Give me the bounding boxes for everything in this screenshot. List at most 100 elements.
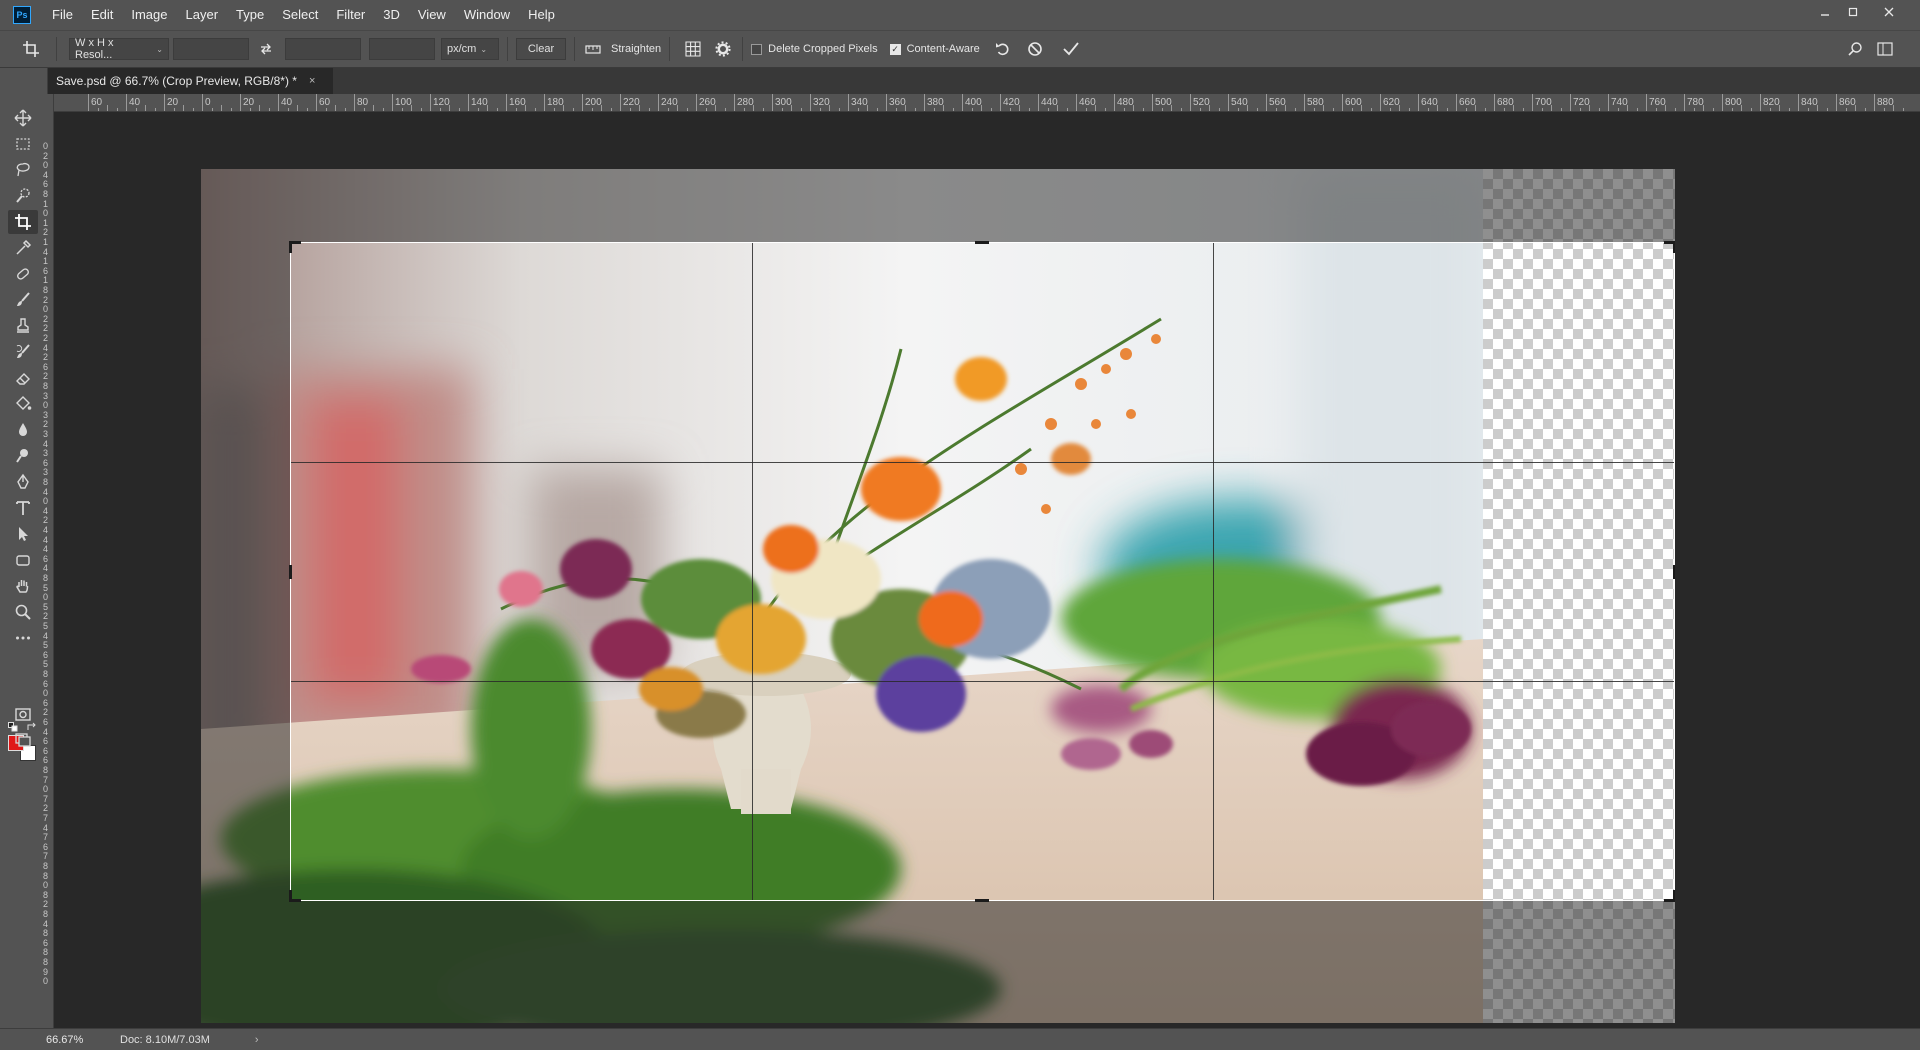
menu-window[interactable]: Window bbox=[455, 0, 519, 30]
crop-preset-icon[interactable] bbox=[12, 40, 52, 58]
delete-cropped-checkbox[interactable] bbox=[751, 43, 763, 55]
commit-checkmark-icon[interactable] bbox=[1058, 41, 1084, 57]
path-selection-tool-icon[interactable] bbox=[8, 522, 38, 546]
ruler-minor-tick bbox=[211, 108, 213, 111]
blur-tool-icon[interactable] bbox=[8, 418, 38, 442]
minimize-icon[interactable] bbox=[1810, 0, 1840, 24]
ruler-major-tick bbox=[1570, 94, 1571, 111]
crop-handle-left[interactable] bbox=[289, 565, 292, 579]
ruler-minor-tick bbox=[1256, 108, 1258, 111]
crop-handle-bottom-right[interactable] bbox=[1664, 890, 1675, 902]
screen-mode-icon[interactable] bbox=[8, 728, 38, 752]
ruler-major-tick bbox=[1000, 94, 1001, 111]
hand-tool-icon[interactable] bbox=[8, 574, 38, 598]
swap-dimensions-icon[interactable] bbox=[253, 43, 279, 55]
document-tab[interactable]: Save.psd @ 66.7% (Crop Preview, RGB/8*) … bbox=[48, 68, 333, 94]
cancel-icon[interactable] bbox=[1022, 41, 1048, 57]
reset-icon[interactable] bbox=[990, 41, 1016, 57]
rectangle-tool-icon[interactable] bbox=[8, 548, 38, 572]
ruler-minor-tick bbox=[382, 108, 384, 111]
search-icon[interactable] bbox=[1844, 41, 1866, 57]
crop-handle-top-right[interactable] bbox=[1664, 241, 1675, 253]
grid-overlay-icon[interactable] bbox=[682, 41, 704, 57]
aspect-ratio-value: W x H x Resol... bbox=[75, 37, 114, 61]
more-tools-icon[interactable] bbox=[8, 626, 38, 650]
ruler-minor-tick bbox=[1541, 108, 1543, 111]
ruler-label: 8 bbox=[43, 189, 49, 199]
menu-filter[interactable]: Filter bbox=[327, 0, 374, 30]
ruler-minor-tick bbox=[344, 108, 346, 111]
ruler-minor-tick bbox=[1902, 108, 1904, 111]
dodge-tool-icon[interactable] bbox=[8, 444, 38, 468]
ruler-minor-tick bbox=[743, 108, 745, 111]
straighten-icon[interactable] bbox=[583, 43, 603, 55]
crop-handle-bottom-left[interactable] bbox=[289, 890, 301, 902]
units-dropdown[interactable]: px/cm ⌄ bbox=[441, 38, 499, 60]
quick-mask-icon[interactable] bbox=[8, 702, 38, 726]
crop-handle-right[interactable] bbox=[1673, 565, 1675, 579]
healing-brush-tool-icon[interactable] bbox=[8, 262, 38, 286]
ruler-minor-tick bbox=[458, 108, 460, 111]
clone-stamp-tool-icon[interactable] bbox=[8, 314, 38, 338]
menu-select[interactable]: Select bbox=[273, 0, 327, 30]
crop-handle-top[interactable] bbox=[975, 241, 989, 244]
quick-selection-tool-icon[interactable] bbox=[8, 184, 38, 208]
crop-handle-bottom[interactable] bbox=[975, 899, 989, 902]
lasso-tool-icon[interactable] bbox=[8, 158, 38, 182]
crop-tool-icon[interactable] bbox=[8, 210, 38, 234]
menu-layer[interactable]: Layer bbox=[177, 0, 228, 30]
tab-close-icon[interactable]: × bbox=[309, 75, 315, 87]
status-menu-arrow-icon[interactable]: › bbox=[255, 1034, 259, 1046]
ruler-label: 0 bbox=[205, 97, 211, 108]
zoom-level-field[interactable]: 66.67% bbox=[46, 1032, 100, 1048]
eyedropper-tool-icon[interactable] bbox=[8, 236, 38, 260]
ruler-minor-tick bbox=[1617, 108, 1619, 111]
ruler-major-tick bbox=[1722, 94, 1723, 111]
ruler-label: 40 bbox=[129, 97, 141, 108]
ruler-minor-tick bbox=[1218, 108, 1220, 111]
width-field[interactable] bbox=[173, 38, 249, 60]
ruler-major-tick bbox=[1760, 94, 1761, 111]
canvas-area[interactable] bbox=[55, 112, 1920, 1028]
crop-box[interactable] bbox=[289, 241, 1675, 902]
document-canvas[interactable] bbox=[201, 169, 1675, 1023]
ruler-minor-tick bbox=[1807, 108, 1809, 111]
resolution-field[interactable] bbox=[369, 38, 435, 60]
clear-button[interactable]: Clear bbox=[516, 38, 566, 60]
brush-tool-icon[interactable] bbox=[8, 288, 38, 312]
ruler-minor-tick bbox=[116, 108, 118, 111]
ruler-label: 0 bbox=[43, 160, 49, 171]
ruler-label: 840 bbox=[1801, 97, 1818, 108]
eraser-tool-icon[interactable] bbox=[8, 366, 38, 390]
straighten-button[interactable]: Straighten bbox=[611, 43, 661, 55]
maximize-icon[interactable] bbox=[1838, 0, 1868, 24]
workspace-icon[interactable] bbox=[1874, 42, 1896, 56]
crop-handle-top-left[interactable] bbox=[289, 241, 301, 253]
pen-tool-icon[interactable] bbox=[8, 470, 38, 494]
ruler-label: 8 bbox=[43, 909, 49, 919]
type-tool-icon[interactable] bbox=[8, 496, 38, 520]
move-tool-icon[interactable] bbox=[8, 106, 38, 130]
zoom-tool-icon[interactable] bbox=[8, 600, 38, 624]
content-aware-checkbox[interactable]: ✓ bbox=[889, 43, 901, 55]
menu-view[interactable]: View bbox=[409, 0, 455, 30]
menu-3d[interactable]: 3D bbox=[374, 0, 409, 30]
height-field[interactable] bbox=[285, 38, 361, 60]
marquee-tool-icon[interactable] bbox=[8, 132, 38, 156]
document-info[interactable]: Doc: 8.10M/7.03M bbox=[120, 1034, 210, 1046]
menu-help[interactable]: Help bbox=[519, 0, 564, 30]
menu-type[interactable]: Type bbox=[227, 0, 273, 30]
ruler-label: 0 bbox=[43, 592, 49, 603]
ruler-major-tick bbox=[962, 94, 963, 111]
ruler-label: 280 bbox=[737, 97, 754, 108]
history-brush-tool-icon[interactable] bbox=[8, 340, 38, 364]
menu-file[interactable]: File bbox=[43, 0, 82, 30]
menu-image[interactable]: Image bbox=[122, 0, 176, 30]
aspect-ratio-dropdown[interactable]: W x H x Resol... ⌄ bbox=[69, 37, 169, 61]
paint-bucket-tool-icon[interactable] bbox=[8, 392, 38, 416]
gear-icon[interactable] bbox=[712, 41, 734, 57]
photoshop-logo[interactable]: Ps bbox=[13, 6, 31, 24]
ruler-label: 0 bbox=[43, 688, 49, 699]
menu-edit[interactable]: Edit bbox=[82, 0, 122, 30]
close-icon[interactable] bbox=[1874, 0, 1904, 24]
